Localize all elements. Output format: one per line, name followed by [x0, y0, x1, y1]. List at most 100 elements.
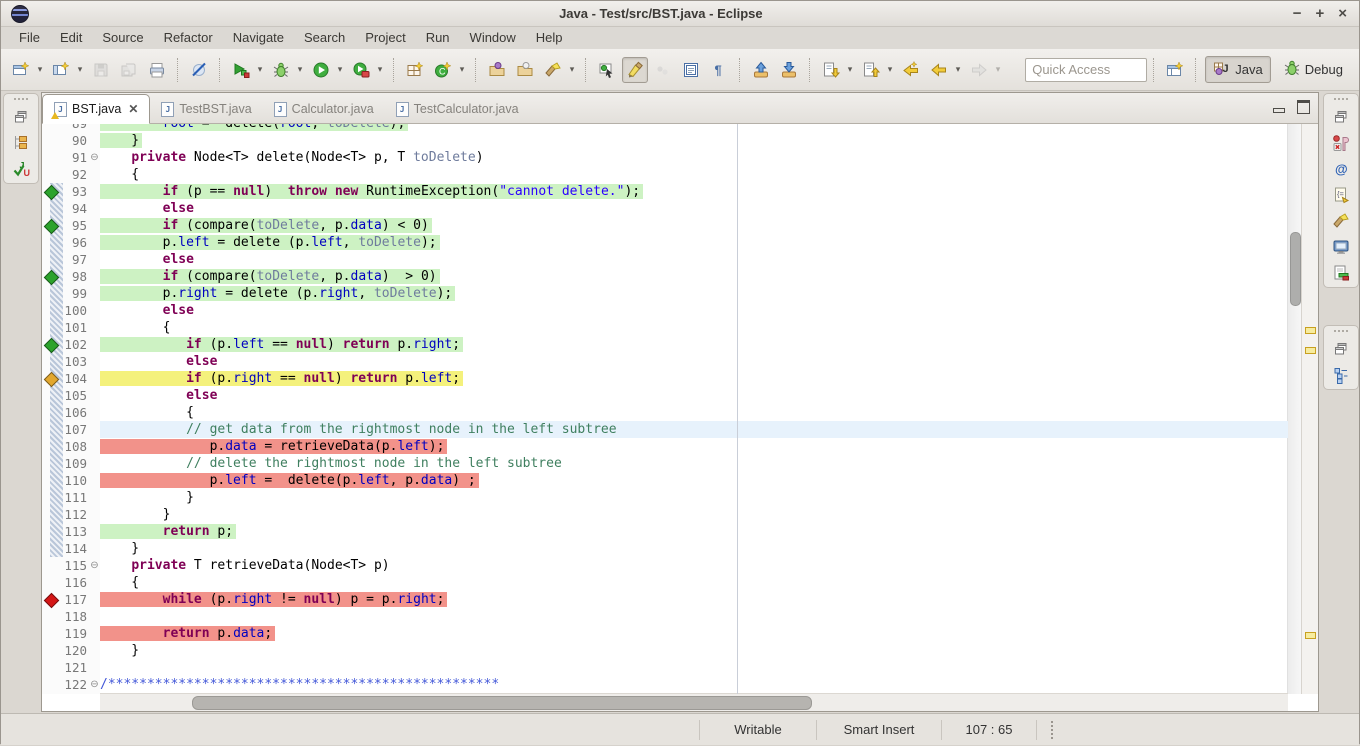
code-line-108[interactable]: p.data = retrieveData(p.left); — [100, 438, 1288, 455]
code-line-93[interactable]: if (p == null) throw new RuntimeExceptio… — [100, 183, 1288, 200]
warning-overview-mark[interactable] — [1305, 632, 1316, 639]
cursor-position-status[interactable]: 107 : 65 — [942, 714, 1036, 746]
coverage-menu-dropdown-icon[interactable]: ▾ — [255, 64, 265, 75]
next-annotation-button[interactable] — [594, 57, 620, 83]
fold-toggle-icon[interactable]: ⊖ — [89, 557, 100, 574]
run-button[interactable] — [308, 57, 334, 83]
code-line-91[interactable]: private Node<T> delete(Node<T> p, T toDe… — [100, 149, 1288, 166]
code-line-98[interactable]: if (compare(toDelete, p.data) > 0) — [100, 268, 1288, 285]
horizontal-scrollbar[interactable] — [100, 693, 1288, 711]
new-wizard-button[interactable] — [8, 57, 34, 83]
code-line-103[interactable]: else — [100, 353, 1288, 370]
quick-access-input[interactable] — [1025, 58, 1147, 82]
menu-search[interactable]: Search — [294, 27, 355, 49]
debug-perspective-button[interactable]: Debug — [1275, 56, 1351, 83]
code-line-113[interactable]: return p; — [100, 523, 1288, 540]
code-line-107[interactable]: // get data from the rightmost node in t… — [100, 421, 1288, 438]
search-menu-dropdown-icon[interactable]: ▾ — [567, 64, 577, 75]
line-number[interactable]: 89 — [64, 124, 89, 132]
line-number[interactable]: 119 — [64, 625, 89, 642]
insert-mode-status[interactable]: Smart Insert — [817, 714, 941, 746]
debug-button[interactable] — [268, 57, 294, 83]
line-number[interactable]: 116 — [64, 574, 89, 591]
forward-menu-dropdown-icon[interactable]: ▾ — [993, 64, 1003, 75]
code-line-94[interactable]: else — [100, 200, 1288, 217]
line-number[interactable]: 120 — [64, 642, 89, 659]
dock-drag-handle[interactable] — [4, 94, 38, 103]
line-number[interactable]: 94 — [64, 200, 89, 217]
declaration-view-icon[interactable]: {= — [1328, 183, 1354, 207]
line-number[interactable]: 122 — [64, 676, 89, 693]
previous-edit-position-button[interactable] — [858, 57, 884, 83]
menu-window[interactable]: Window — [460, 27, 526, 49]
line-number[interactable]: 99 — [64, 285, 89, 302]
menu-help[interactable]: Help — [526, 27, 573, 49]
menu-run[interactable]: Run — [416, 27, 460, 49]
window-minimize-button[interactable]: − — [1293, 6, 1302, 22]
run-menu-dropdown-icon[interactable]: ▾ — [335, 64, 345, 75]
line-number[interactable]: 105 — [64, 387, 89, 404]
vertical-scrollbar-thumb[interactable] — [1290, 232, 1301, 306]
warning-overview-mark[interactable] — [1305, 347, 1316, 354]
code-line-117[interactable]: while (p.right != null) p = p.right; — [100, 591, 1288, 608]
code-line-120[interactable]: } — [100, 642, 1288, 659]
new-java-item-button[interactable] — [48, 57, 74, 83]
tab-close-icon[interactable]: ✕ — [128, 102, 138, 116]
code-line-105[interactable]: else — [100, 387, 1288, 404]
line-number[interactable]: 117 — [64, 591, 89, 608]
new-java-class-menu-dropdown-icon[interactable]: ▾ — [457, 64, 467, 75]
line-number[interactable]: 114 — [64, 540, 89, 557]
show-whitespace-button[interactable]: ¶ — [706, 57, 732, 83]
code-line-90[interactable]: } — [100, 132, 1288, 149]
fold-toggle-icon[interactable]: ⊖ — [89, 676, 100, 693]
console-view-icon[interactable] — [1328, 235, 1354, 259]
open-perspective-button[interactable] — [1162, 57, 1188, 83]
package-explorer-view-icon[interactable] — [8, 131, 34, 155]
code-line-96[interactable]: p.left = delete (p.left, toDelete); — [100, 234, 1288, 251]
code-line-114[interactable]: } — [100, 540, 1288, 557]
line-number[interactable]: 109 — [64, 455, 89, 472]
line-number[interactable]: 100 — [64, 302, 89, 319]
organize-imports-button[interactable] — [776, 57, 802, 83]
tab-calculator-java[interactable]: JCalculator.java — [263, 95, 385, 123]
tab-bst-java[interactable]: JBST.java✕ — [42, 94, 150, 124]
menu-navigate[interactable]: Navigate — [223, 27, 294, 49]
code-line-122[interactable]: /***************************************… — [100, 676, 1288, 693]
code-line-104[interactable]: if (p.right == null) return p.left; — [100, 370, 1288, 387]
outline-view-icon[interactable] — [1328, 363, 1354, 387]
code-line-99[interactable]: p.right = delete (p.right, toDelete); — [100, 285, 1288, 302]
restore-right-stack-icon[interactable] — [1328, 105, 1354, 129]
menu-file[interactable]: File — [9, 27, 50, 49]
window-close-button[interactable]: × — [1338, 6, 1347, 22]
line-number[interactable]: 93 — [64, 183, 89, 200]
code-line-115[interactable]: private T retrieveData(Node<T> p) — [100, 557, 1288, 574]
tab-testcalculator-java[interactable]: JTestCalculator.java — [385, 95, 530, 123]
junit-view-icon[interactable]: JU — [8, 157, 34, 181]
code-area[interactable]: root = delete(root, toDelete); } private… — [100, 124, 1288, 694]
run-external-tools-button[interactable] — [348, 57, 374, 83]
show-source-button[interactable] — [678, 57, 704, 83]
add-import-button[interactable] — [748, 57, 774, 83]
line-number[interactable]: 98 — [64, 268, 89, 285]
debug-menu-dropdown-icon[interactable]: ▾ — [295, 64, 305, 75]
next-edit-menu-dropdown-icon[interactable]: ▾ — [845, 64, 855, 75]
warning-overview-mark[interactable] — [1305, 327, 1316, 334]
run-external-tools-menu-dropdown-icon[interactable]: ▾ — [375, 64, 385, 75]
back-button[interactable] — [926, 57, 952, 83]
fold-toggle-icon[interactable]: ⊖ — [89, 149, 100, 166]
last-edit-location-button[interactable] — [898, 57, 924, 83]
back-menu-dropdown-icon[interactable]: ▾ — [953, 64, 963, 75]
line-number[interactable]: 95 — [64, 217, 89, 234]
line-number[interactable]: 96 — [64, 234, 89, 251]
search-button[interactable] — [540, 57, 566, 83]
line-number[interactable]: 104 — [64, 370, 89, 387]
menu-refactor[interactable]: Refactor — [154, 27, 223, 49]
horizontal-scrollbar-thumb[interactable] — [192, 696, 812, 710]
open-type-button[interactable] — [484, 57, 510, 83]
overview-ruler[interactable] — [1301, 124, 1318, 694]
line-number[interactable]: 113 — [64, 523, 89, 540]
java-perspective-button[interactable]: JJava — [1205, 56, 1270, 83]
new-java-item-menu-dropdown-icon[interactable]: ▾ — [75, 64, 85, 75]
minimize-editor-icon[interactable] — [1273, 108, 1285, 113]
coverage-button[interactable] — [228, 57, 254, 83]
